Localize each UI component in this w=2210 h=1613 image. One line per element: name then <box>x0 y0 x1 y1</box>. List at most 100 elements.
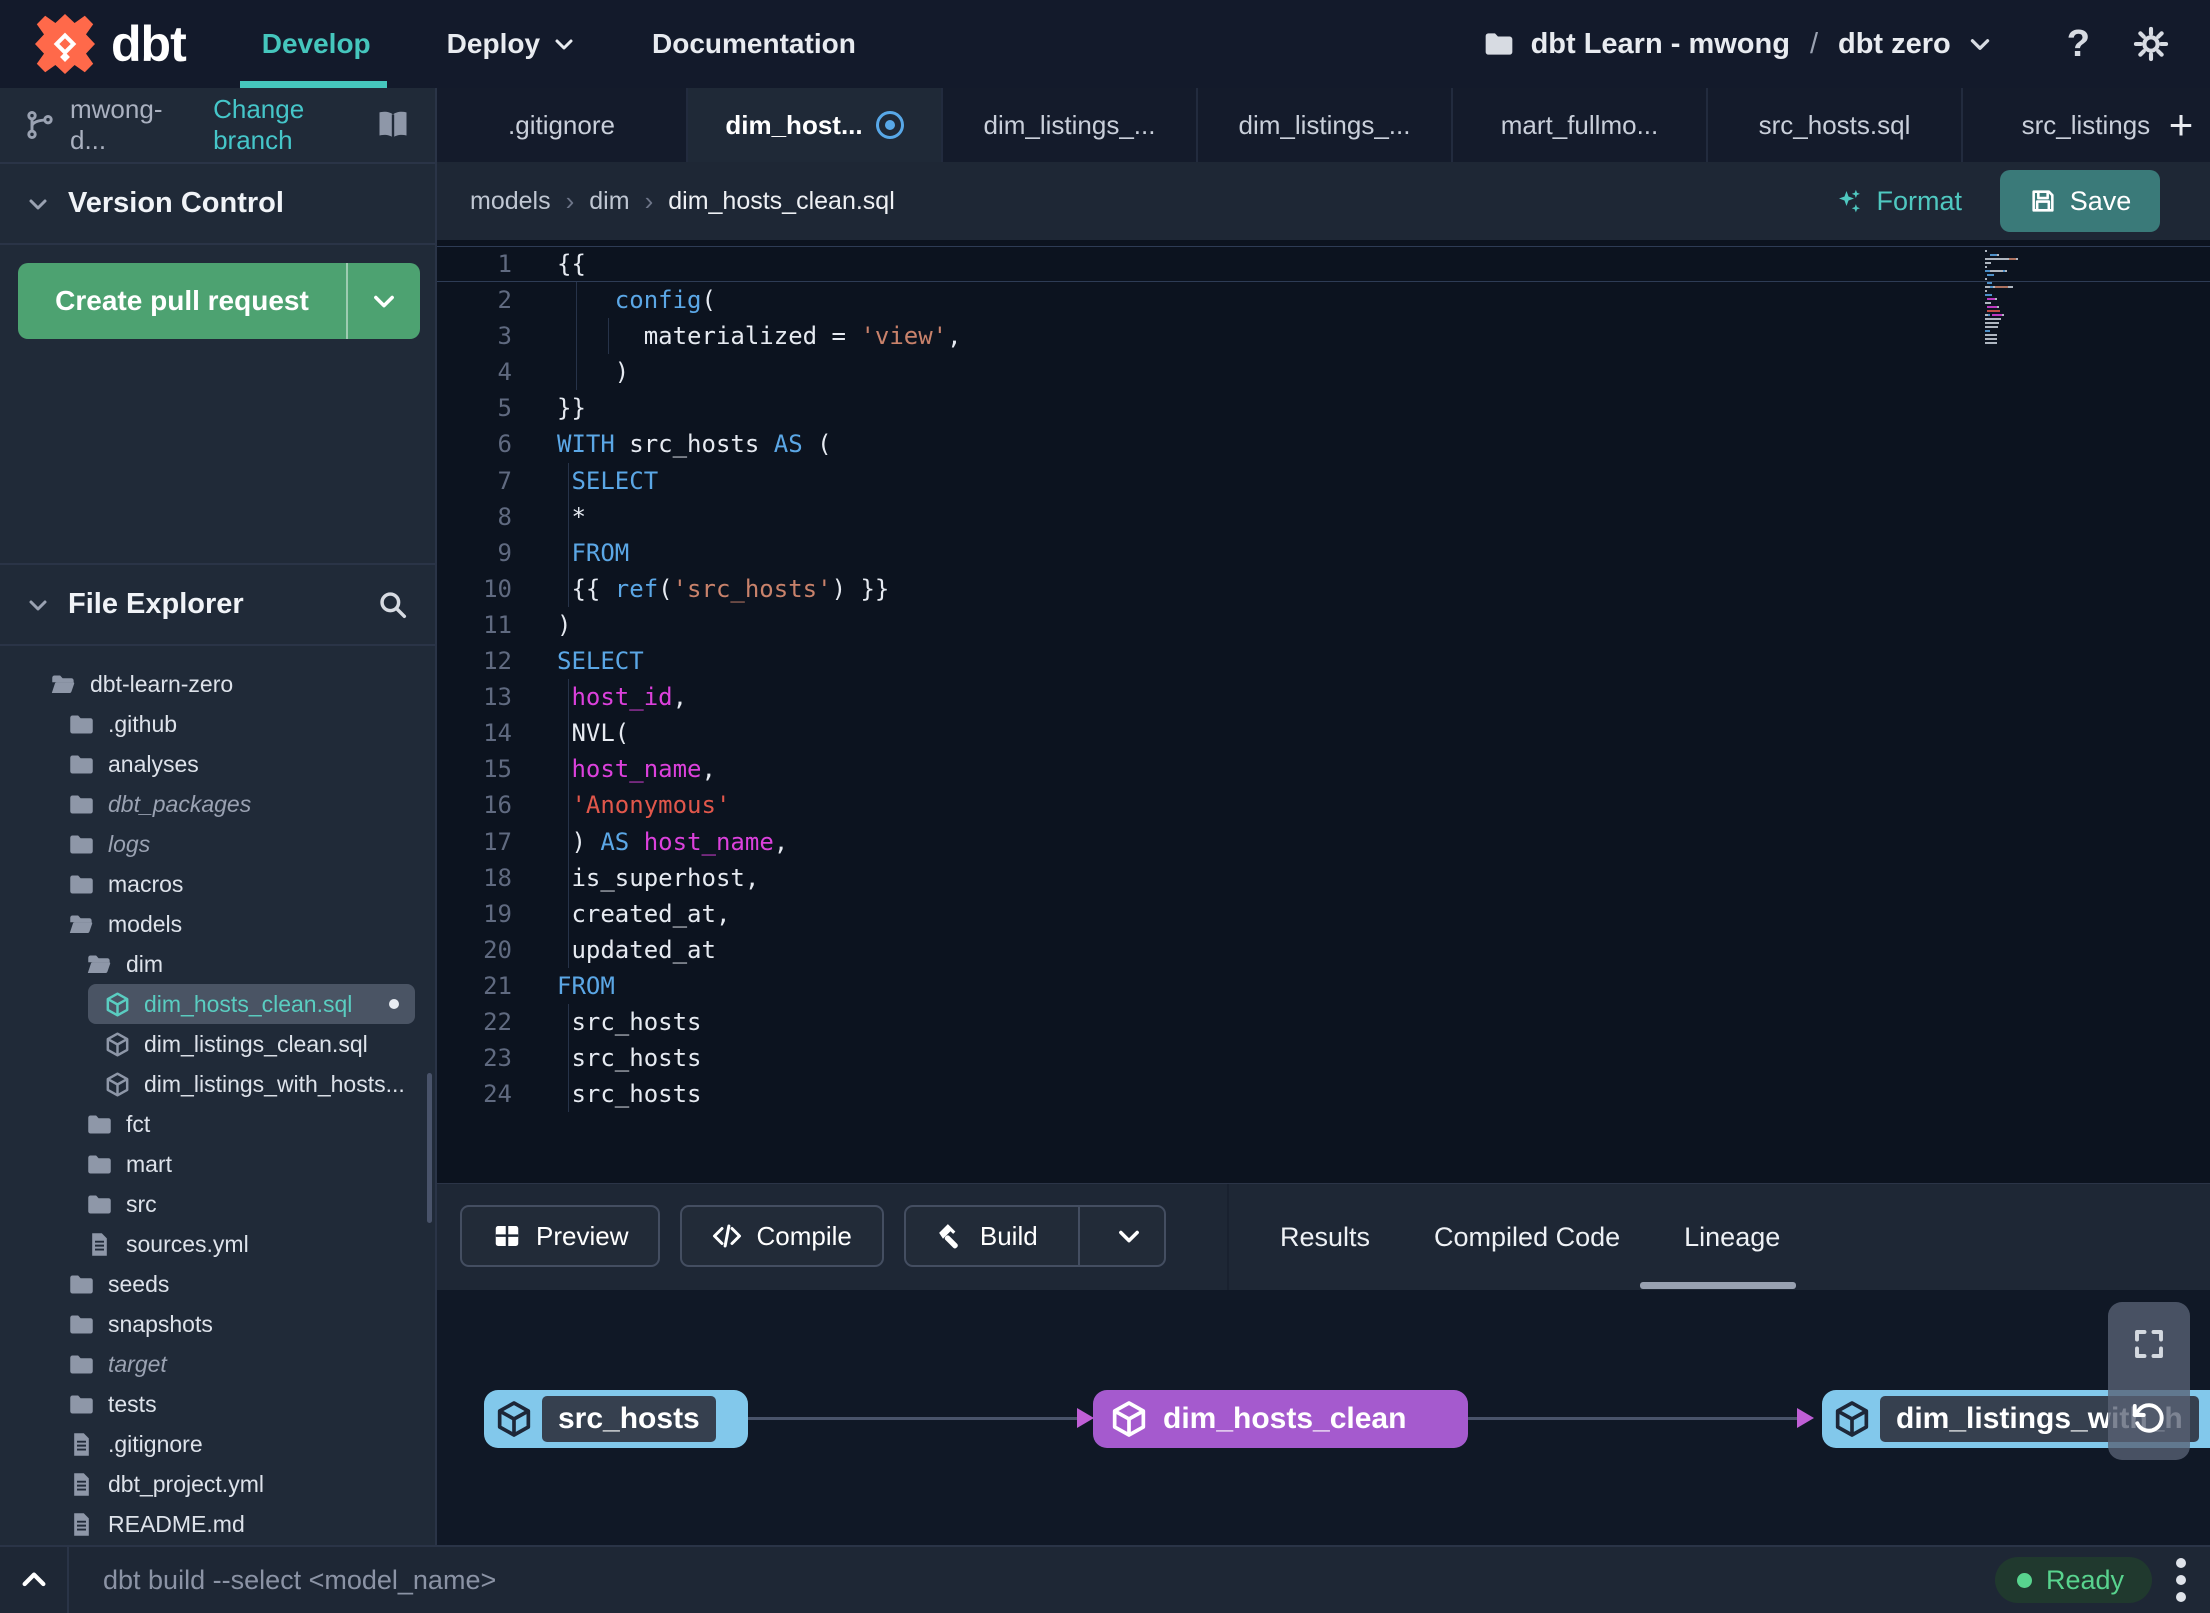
nav-item-documentation[interactable]: Documentation <box>652 28 856 60</box>
tree-item-pill: dim_hosts_clean.sql <box>88 984 415 1024</box>
file-icon <box>86 1231 113 1258</box>
line-number: 8 <box>497 502 512 531</box>
tree-item-dim-listings-with-hosts-[interactable]: dim_listings_with_hosts... <box>0 1064 435 1104</box>
gear-icon[interactable] <box>2132 25 2170 63</box>
tree-item-seeds[interactable]: seeds <box>0 1264 435 1304</box>
tree-item-macros[interactable]: macros <box>0 864 435 904</box>
folder-open-icon <box>68 911 95 938</box>
tree-item-dim-hosts-clean-sql[interactable]: dim_hosts_clean.sql <box>0 984 435 1024</box>
editor-tab-dim-host-[interactable]: dim_host... <box>688 88 943 162</box>
tree-item-label: dim <box>126 950 164 977</box>
format-button[interactable]: Format <box>1834 186 1962 217</box>
lineage-arrow-icon <box>1077 1408 1094 1428</box>
tree-item-pill: macros <box>68 864 435 904</box>
editor-tab-dim-listings-[interactable]: dim_listings_... <box>1198 88 1453 162</box>
tree-item-pill: dbt-learn-zero <box>50 664 435 704</box>
lineage-canvas[interactable]: src_hosts dim_hosts_clean dim_listings_wit… <box>437 1290 2210 1545</box>
build-button[interactable]: Build <box>903 1205 1166 1267</box>
editor-tab-src-hosts-sql[interactable]: src_hosts.sql <box>1708 88 1963 162</box>
code-text: SELECT <box>571 466 659 495</box>
format-label: Format <box>1876 185 1962 216</box>
tree-item-label: dim_listings_clean.sql <box>144 1030 368 1057</box>
code-editor[interactable]: 1{{2 config(3 materialized = 'view', 4 ) 5… <box>437 240 2210 1183</box>
code-text: * <box>557 502 586 531</box>
tree-item-fct[interactable]: fct <box>0 1104 435 1144</box>
tree-item-target[interactable]: target <box>0 1344 435 1384</box>
lineage-node-src-hosts[interactable]: src_hosts <box>484 1390 748 1448</box>
editor-tab-dim-listings-[interactable]: dim_listings_... <box>943 88 1198 162</box>
fullscreen-icon[interactable] <box>2131 1326 2167 1362</box>
docs-book-icon[interactable] <box>375 107 411 143</box>
chevron-down-icon[interactable] <box>26 192 50 216</box>
tree-item-dim[interactable]: dim <box>0 944 435 984</box>
code-line-20: 20 updated_at <box>437 932 2210 968</box>
tree-item-logs[interactable]: logs <box>0 824 435 864</box>
chevron-down-icon[interactable] <box>26 593 50 617</box>
tree-item-dbt-packages[interactable]: dbt_packages <box>0 784 435 824</box>
tree-item-dbt-project-yml[interactable]: dbt_project.yml <box>0 1464 435 1504</box>
tree-item-mart[interactable]: mart <box>0 1144 435 1184</box>
command-input[interactable]: dbt build --select <model_name> <box>103 1565 496 1596</box>
breadcrumb-separator: › <box>565 185 575 216</box>
panel-tab-results[interactable]: Results <box>1280 1222 1370 1253</box>
panel-tab-lineage[interactable]: Lineage <box>1684 1222 1780 1253</box>
lineage-node-dim-hosts-clean[interactable]: dim_hosts_clean <box>1093 1390 1468 1448</box>
tree-item-label: .github <box>108 710 178 737</box>
editor-tab-mart-fullmo-[interactable]: mart_fullmo... <box>1453 88 1708 162</box>
tree-item--github[interactable]: .github <box>0 704 435 744</box>
kebab-menu-icon[interactable] <box>2176 1558 2186 1602</box>
tree-item-dim-listings-clean-sql[interactable]: dim_listings_clean.sql <box>0 1024 435 1064</box>
tree-item-analyses[interactable]: analyses <box>0 744 435 784</box>
tree-item-label: dbt_packages <box>108 790 252 817</box>
code-text: host_name, <box>571 755 716 784</box>
branch-name: mwong-d... <box>70 94 163 155</box>
change-branch-link[interactable]: Change branch <box>213 94 375 156</box>
line-number: 21 <box>483 971 512 1000</box>
dbt-logo-icon[interactable] <box>35 14 95 74</box>
nav-item-label: Deploy <box>446 28 541 59</box>
tree-item-label: analyses <box>108 750 199 777</box>
tree-item-label: mart <box>126 1150 172 1177</box>
refresh-icon[interactable] <box>2131 1400 2167 1436</box>
tree-item-readme-md[interactable]: README.md <box>0 1504 435 1544</box>
nav-item-develop[interactable]: Develop <box>262 28 371 60</box>
folder-icon <box>68 1311 95 1338</box>
chevron-down-icon <box>1967 31 1993 57</box>
help-button[interactable]: ? <box>2067 23 2090 66</box>
search-icon[interactable] <box>377 589 409 621</box>
build-dropdown[interactable] <box>1094 1207 1164 1265</box>
panel-tab-compiled-code[interactable]: Compiled Code <box>1434 1222 1620 1253</box>
folder-icon <box>68 831 95 858</box>
tab-label: src_hosts.sql <box>1758 109 1911 140</box>
save-button[interactable]: Save <box>2000 170 2160 232</box>
editor-tab--gitignore[interactable]: .gitignore <box>437 88 688 162</box>
project-selector[interactable]: dbt Learn - mwong / dbt zero ? <box>1483 23 2170 66</box>
tree-item-src[interactable]: src <box>0 1184 435 1224</box>
breadcrumb-separator: › <box>644 185 654 216</box>
line-number: 12 <box>483 647 512 676</box>
create-pull-request-button[interactable]: Create pull request <box>18 263 420 339</box>
tree-item-snapshots[interactable]: snapshots <box>0 1304 435 1344</box>
file-tree-scrollbar[interactable] <box>427 1073 432 1223</box>
tree-item--gitignore[interactable]: .gitignore <box>0 1424 435 1464</box>
tree-item-sources-yml[interactable]: sources.yml <box>0 1224 435 1264</box>
compile-button[interactable]: Compile <box>680 1205 884 1267</box>
active-nav-underline <box>240 81 387 88</box>
line-number: 13 <box>483 683 512 712</box>
line-number: 1 <box>497 250 512 278</box>
new-tab-button[interactable]: + <box>2152 88 2210 162</box>
breadcrumb-separator: / <box>1809 27 1818 60</box>
preview-button[interactable]: Preview <box>460 1205 661 1267</box>
editor-minimap[interactable] <box>1985 250 2051 346</box>
tree-item-label: target <box>108 1350 167 1377</box>
code-text: ) AS host_name, <box>557 827 789 856</box>
tree-item-models[interactable]: models <box>0 904 435 944</box>
tree-item-dbt-learn-zero[interactable]: dbt-learn-zero <box>0 664 435 704</box>
code-line-21: 21 FROM <box>437 968 2210 1004</box>
collapse-panel-button[interactable] <box>0 1547 69 1613</box>
tree-item-tests[interactable]: tests <box>0 1384 435 1424</box>
tree-item-label: .gitignore <box>108 1430 203 1457</box>
nav-item-deploy[interactable]: Deploy <box>447 28 576 60</box>
lineage-edge <box>748 1417 1077 1420</box>
pull-request-dropdown[interactable] <box>348 287 420 315</box>
